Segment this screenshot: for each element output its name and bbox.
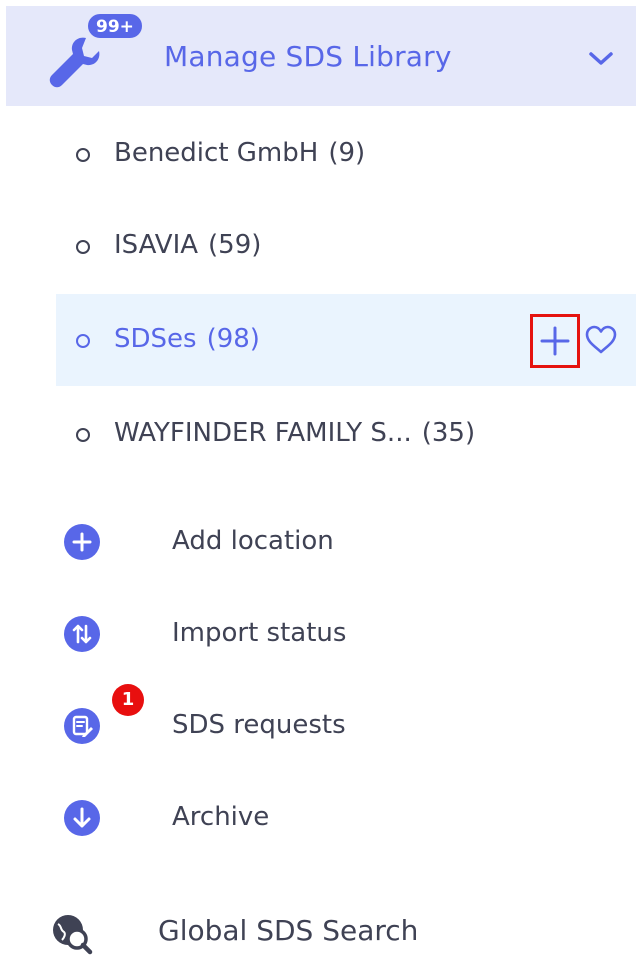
- manage-sds-library-header[interactable]: 99+ Manage SDS Library: [6, 6, 636, 106]
- location-item-benedict-gmbh[interactable]: Benedict GmbH (9): [56, 108, 636, 200]
- notification-badge: 99+: [86, 12, 144, 40]
- location-label: Benedict GmbH (9): [114, 138, 366, 168]
- bullet-icon: [76, 334, 90, 348]
- bullet-icon: [76, 148, 90, 162]
- import-status-button[interactable]: Import status: [60, 604, 620, 664]
- arrow-down-circle-icon: [64, 800, 100, 836]
- wrench-icon: [44, 32, 104, 92]
- import-status-label: Import status: [172, 618, 347, 648]
- favorite-heart-icon[interactable]: [584, 324, 618, 356]
- location-label: SDSes (98): [114, 324, 260, 354]
- add-location-label: Add location: [172, 526, 334, 556]
- globe-search-icon: [48, 910, 94, 956]
- import-arrows-icon: [64, 616, 100, 652]
- location-label: WAYFINDER FAMILY S... (35): [114, 418, 476, 448]
- bullet-icon: [76, 240, 90, 254]
- archive-button[interactable]: Archive: [60, 788, 620, 848]
- location-item-isavia[interactable]: ISAVIA (59): [56, 200, 636, 292]
- location-label: ISAVIA (59): [114, 230, 262, 260]
- sds-requests-label: SDS requests: [172, 710, 346, 740]
- add-sds-button[interactable]: [530, 314, 580, 368]
- bullet-icon: [76, 428, 90, 442]
- global-sds-search-label: Global SDS Search: [158, 914, 419, 947]
- archive-label: Archive: [172, 802, 270, 832]
- requests-count-badge: 1: [112, 684, 144, 716]
- sidebar-panel: 99+ Manage SDS Library Benedict GmbH (9) …: [0, 0, 636, 969]
- location-item-sdses[interactable]: SDSes (98): [56, 294, 636, 386]
- sds-requests-button[interactable]: 1 SDS requests: [60, 684, 620, 756]
- plus-icon: [540, 326, 570, 356]
- edit-document-icon: [64, 708, 100, 744]
- add-location-button[interactable]: Add location: [60, 512, 620, 572]
- location-item-wayfinder[interactable]: WAYFINDER FAMILY S... (35): [56, 388, 636, 480]
- header-title: Manage SDS Library: [164, 40, 452, 73]
- chevron-down-icon[interactable]: [588, 50, 614, 68]
- plus-circle-icon: [64, 524, 100, 560]
- global-sds-search-button[interactable]: Global SDS Search: [44, 904, 604, 964]
